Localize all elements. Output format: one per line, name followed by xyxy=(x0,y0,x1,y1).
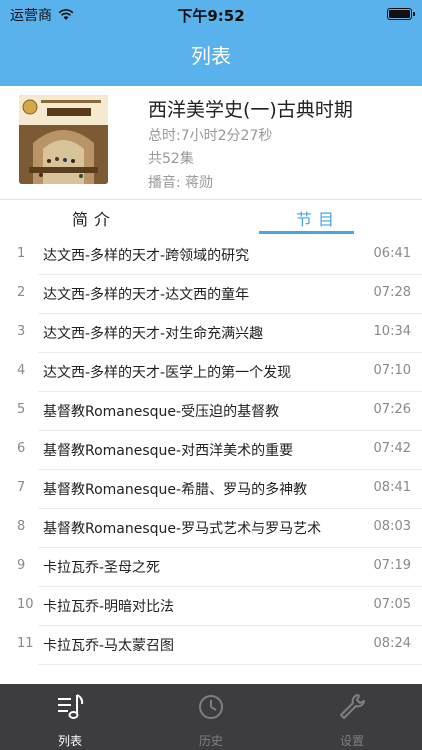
episode-number: 11 xyxy=(17,636,34,651)
segment-tabs: 简介 节目 xyxy=(0,200,422,234)
episode-row[interactable]: 1 达文西-多样的天才-跨领域的研究 06:41 xyxy=(0,236,422,275)
episode-number: 2 xyxy=(17,285,26,300)
episode-number: 8 xyxy=(17,519,26,534)
episode-duration: 08:03 xyxy=(373,519,411,534)
episode-title: 基督教Romanesque-罗马式艺术与罗马艺术 xyxy=(43,521,322,537)
episode-row[interactable]: 8 基督教Romanesque-罗马式艺术与罗马艺术 08:03 xyxy=(0,509,422,548)
album-duration: 总时:7小时2分27秒 xyxy=(148,128,273,144)
episode-title: 达文西-多样的天才-对生命充满兴趣 xyxy=(43,326,264,342)
episode-duration: 07:05 xyxy=(373,597,411,612)
music-list-icon xyxy=(58,694,84,719)
album-narrator: 播音: 蒋勋 xyxy=(148,175,214,191)
album-title: 西洋美学史(一)古典时期 xyxy=(148,99,353,121)
episode-title: 达文西-多样的天才-达文西的童年 xyxy=(43,287,250,303)
episode-duration: 08:41 xyxy=(373,480,411,495)
tabbar-item-history[interactable]: 历史 xyxy=(141,684,281,750)
episode-row[interactable]: 9 卡拉瓦乔-圣母之死 07:19 xyxy=(0,548,422,587)
episode-title: 卡拉瓦乔-马太蒙召图 xyxy=(43,638,175,654)
episode-duration: 07:10 xyxy=(373,363,411,378)
top-bar: 运营商 下午9:52 列表 xyxy=(0,0,422,86)
tabbar-label-list: 列表 xyxy=(57,734,82,748)
episode-title: 卡拉瓦乔-明暗对比法 xyxy=(43,599,175,615)
episode-duration: 07:42 xyxy=(373,441,411,456)
episode-number: 10 xyxy=(17,597,34,612)
album-cover-image xyxy=(19,95,108,184)
episode-title: 卡拉瓦乔-圣母之死 xyxy=(43,560,161,576)
episode-title: 基督教Romanesque-对西洋美术的重要 xyxy=(43,443,294,459)
episode-duration: 08:24 xyxy=(373,636,411,651)
tabbar-label-history: 历史 xyxy=(198,734,223,748)
episode-duration: 07:19 xyxy=(373,558,411,573)
page-title: 列表 xyxy=(191,44,231,68)
episode-list[interactable]: 1 达文西-多样的天才-跨领域的研究 06:41 2 达文西-多样的天才-达文西的童年 0… xyxy=(0,236,422,684)
album-episode-count: 共52集 xyxy=(148,151,194,167)
episode-duration: 10:34 xyxy=(373,324,411,339)
status-bar: 运营商 下午9:52 xyxy=(0,0,422,28)
episode-title: 达文西-多样的天才-跨领域的研究 xyxy=(43,248,250,264)
episode-duration: 06:41 xyxy=(373,246,411,261)
episode-title: 达文西-多样的天才-医学上的第一个发现 xyxy=(43,365,292,381)
tabbar-label-settings: 设置 xyxy=(339,734,364,748)
active-tab-indicator xyxy=(259,231,354,234)
tab-episodes[interactable]: 节目 xyxy=(296,206,340,230)
album-header: 西洋美学史(一)古典时期 总时:7小时2分27秒 共52集 播音: 蒋勋 xyxy=(0,86,422,200)
episode-number: 4 xyxy=(17,363,26,378)
episode-number: 1 xyxy=(17,246,26,261)
episode-row[interactable]: 11 卡拉瓦乔-马太蒙召图 08:24 xyxy=(0,626,422,665)
clock-icon xyxy=(199,695,223,719)
episode-row[interactable]: 3 达文西-多样的天才-对生命充满兴趣 10:34 xyxy=(0,314,422,353)
tabbar-item-list[interactable]: 列表 xyxy=(0,684,140,750)
episode-number: 7 xyxy=(17,480,26,495)
episode-row[interactable]: 5 基督教Romanesque-受压迫的基督教 07:26 xyxy=(0,392,422,431)
episode-title: 基督教Romanesque-受压迫的基督教 xyxy=(43,404,280,420)
episode-duration: 07:26 xyxy=(373,402,411,417)
episode-number: 5 xyxy=(17,402,26,417)
wrench-icon xyxy=(340,694,365,719)
episode-number: 6 xyxy=(17,441,26,456)
battery-icon xyxy=(387,8,415,20)
episode-number: 9 xyxy=(17,558,26,573)
episode-row[interactable]: 2 达文西-多样的天才-达文西的童年 07:28 xyxy=(0,275,422,314)
episode-number: 3 xyxy=(17,324,26,339)
tabbar-item-settings[interactable]: 设置 xyxy=(282,684,422,750)
episode-row[interactable]: 4 达文西-多样的天才-医学上的第一个发现 07:10 xyxy=(0,353,422,392)
status-time: 下午9:52 xyxy=(177,7,245,25)
episode-row[interactable]: 6 基督教Romanesque-对西洋美术的重要 07:42 xyxy=(0,431,422,470)
tab-intro[interactable]: 简介 xyxy=(72,206,116,230)
episode-duration: 07:28 xyxy=(373,285,411,300)
episode-title: 基督教Romanesque-希腊、罗马的多神教 xyxy=(43,482,308,498)
episode-row[interactable]: 10 卡拉瓦乔-明暗对比法 07:05 xyxy=(0,587,422,626)
episode-row[interactable]: 7 基督教Romanesque-希腊、罗马的多神教 08:41 xyxy=(0,470,422,509)
tab-bar: 列表 历史 设置 xyxy=(0,684,422,750)
battery-fill xyxy=(389,10,410,18)
